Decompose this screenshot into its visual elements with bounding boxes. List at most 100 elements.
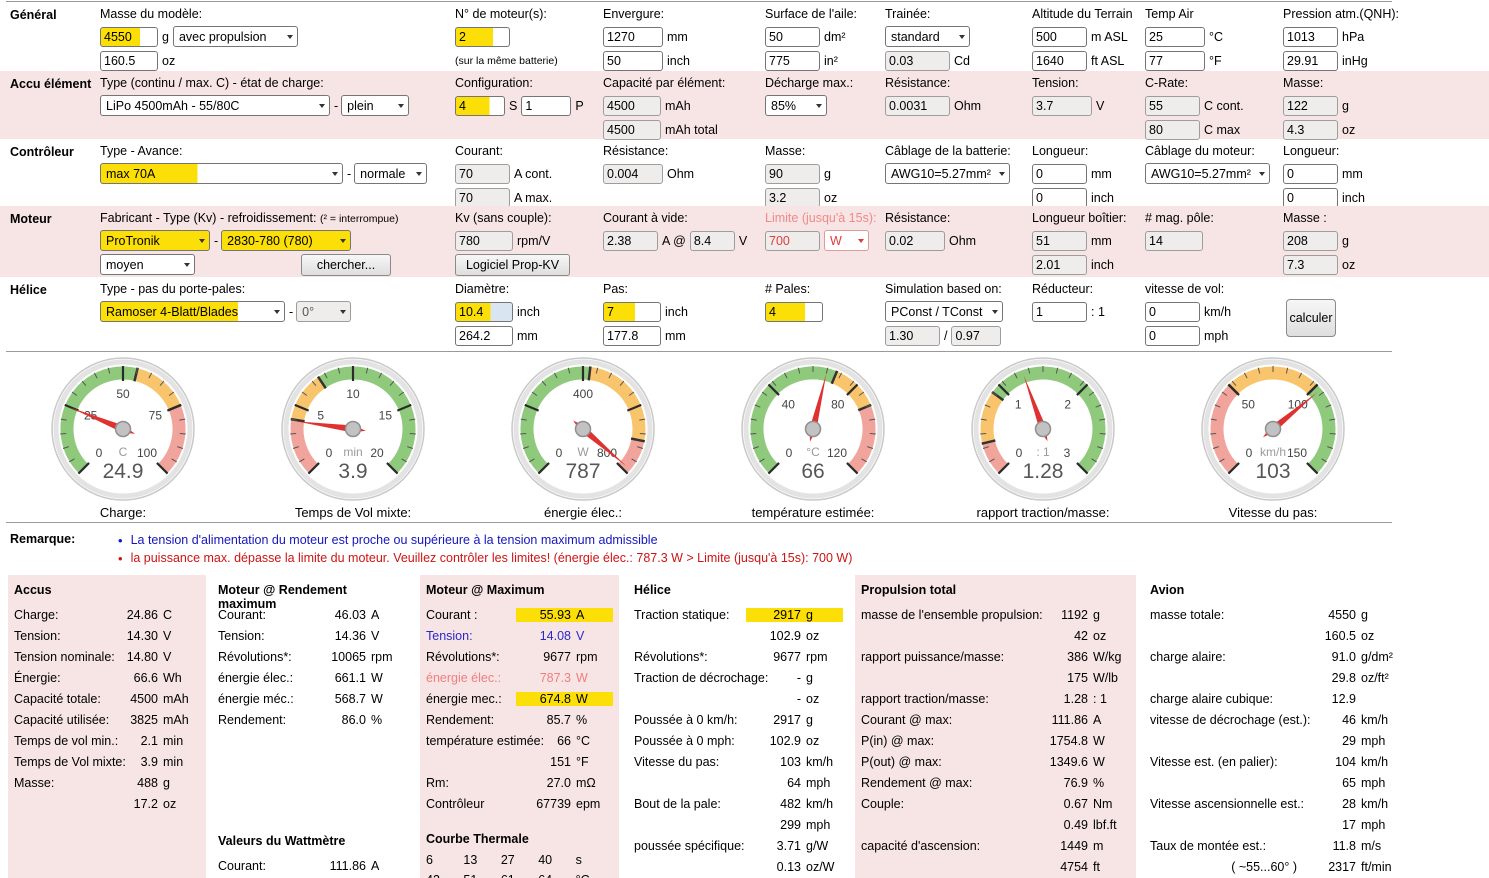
cablage-batterie-select[interactable]: AWG10=5.27mm² [885, 163, 1010, 184]
field-label: Surface de l'aile: [765, 7, 857, 23]
results-helice: HéliceTraction statique:2917g102.9ozRévo… [628, 575, 849, 878]
field-trainee: Trainée: standard Cd [885, 7, 974, 71]
vitesse-kmh-input[interactable] [1145, 302, 1200, 322]
ctrl-avance-select[interactable]: normale [354, 163, 427, 184]
reducteur-input[interactable] [1032, 302, 1087, 322]
pression-hpa-input[interactable] [1283, 27, 1338, 47]
trainee-select[interactable]: standard [885, 26, 970, 47]
result-unit: g [158, 776, 200, 790]
temp-f-input[interactable] [1145, 51, 1205, 71]
result-value: 1192 [1033, 608, 1088, 622]
envergure-mm-input[interactable] [603, 27, 663, 47]
calculer-button[interactable]: calculer [1286, 299, 1336, 337]
chercher-button[interactable]: chercher... [301, 254, 391, 276]
nb-moteurs-input[interactable] [455, 27, 510, 47]
courant-vide-a-input [603, 231, 658, 251]
longueur-mot-mm-input[interactable] [1283, 164, 1338, 184]
accu-state-select[interactable]: plein [341, 95, 409, 116]
longueur-mot-inch-input[interactable] [1283, 188, 1338, 208]
porte-pales-select[interactable]: 0° [296, 301, 351, 322]
result-value: 0.67 [1033, 797, 1088, 811]
helice-type-select[interactable]: Ramoser 4-Blatt/Blades [100, 301, 285, 322]
svg-text:1: 1 [1015, 397, 1022, 411]
unit-label: inch [665, 305, 688, 319]
svg-text:24.9: 24.9 [103, 460, 144, 483]
result-row: 17.2oz [14, 793, 200, 814]
diametre-mm-input[interactable] [455, 326, 513, 346]
result-row: Courant:111.86A [218, 855, 408, 876]
field-label: Décharge max.: [765, 76, 853, 92]
surface-dm2-input[interactable] [765, 27, 820, 47]
altitude-m-input[interactable] [1032, 27, 1087, 47]
pas-inch-input[interactable] [603, 302, 661, 322]
masse-g-input[interactable] [100, 27, 158, 47]
decharge-select[interactable]: 85% [765, 95, 827, 116]
result-value: 11.8 [1301, 839, 1356, 853]
altitude-ft-input[interactable] [1032, 51, 1087, 71]
result-unit: Nm [1088, 797, 1130, 811]
ctrl-type-select[interactable]: max 70A [100, 163, 343, 184]
ctrl-resistance-input [603, 164, 663, 184]
result-unit: mΩ [571, 776, 613, 790]
field-label: N° de moteur(s): [455, 7, 558, 23]
svg-text:150: 150 [1287, 446, 1307, 460]
result-row: masse totale:4550g [1150, 604, 1398, 625]
pales-input[interactable] [765, 302, 823, 322]
cablage-moteur-select[interactable]: AWG10=5.27mm² [1145, 163, 1270, 184]
result-label: charge alaire: [1150, 650, 1301, 664]
result-row: charge alaire:91.0g/dm² [1150, 646, 1398, 667]
result-value: 55.93 [516, 608, 571, 622]
refroidissement-select[interactable]: moyen [100, 254, 195, 275]
result-label: charge alaire cubique: [1150, 692, 1301, 706]
pression-inhg-input[interactable] [1283, 51, 1338, 71]
field-label: Type - pas du porte-pales: [100, 282, 355, 298]
field-label: # mag. pôle: [1145, 211, 1214, 227]
field-label: Résistance: [885, 76, 985, 92]
thermal-curve-cell: 42 [426, 873, 463, 878]
result-value: 151 [516, 755, 571, 769]
result-value: 9677 [516, 650, 571, 664]
result-label: vitesse de décrochage (est.): [1150, 713, 1301, 727]
remark-line: •La tension d'alimentation du moteur est… [118, 531, 1489, 549]
limite-unit-select[interactable]: W [824, 230, 869, 251]
ctrl-a-max-input [455, 188, 510, 208]
svg-text:15: 15 [379, 409, 393, 423]
diametre-inch-input[interactable] [455, 302, 513, 322]
field-longueur-batterie: Longueur: mm inch [1032, 144, 1118, 208]
c-max-input [1145, 120, 1200, 140]
chevron-down-icon [340, 239, 346, 243]
field-label: Kv (sans couple): [455, 211, 570, 227]
svg-text:°C: °C [806, 445, 820, 459]
envergure-inch-input[interactable] [603, 51, 663, 71]
simulation-select[interactable]: PConst / TConst [885, 301, 1003, 322]
svg-text:0: 0 [786, 446, 793, 460]
propulsion-mode-select[interactable]: avec propulsion [173, 26, 298, 47]
moteur-masse-g-input [1283, 231, 1338, 251]
result-unit: oz [801, 734, 843, 748]
unit-label: inch [1091, 258, 1114, 272]
config-p-input[interactable] [521, 96, 571, 116]
accu-type-select[interactable]: LiPo 4500mAh - 55/80C [100, 95, 330, 116]
result-unit: ft [1088, 860, 1130, 874]
result-unit: W/lb [1088, 671, 1130, 685]
surface-in2-input[interactable] [765, 51, 820, 71]
config-s-input[interactable] [455, 96, 505, 116]
moteur-type-select[interactable]: 2830-780 (780) [221, 230, 351, 251]
logiciel-prop-kv-button[interactable]: Logiciel Prop-KV [455, 254, 570, 276]
fabricant-select[interactable]: ProTronik [100, 230, 210, 251]
field-cablage-moteur: Câblage du moteur: AWG10=5.27mm² [1145, 144, 1274, 184]
vitesse-mph-input[interactable] [1145, 326, 1200, 346]
longueur-bat-mm-input[interactable] [1032, 164, 1087, 184]
result-value: 175 [1033, 671, 1088, 685]
pas-mm-input[interactable] [603, 326, 661, 346]
field-simulation: Simulation based on: PConst / TConst / [885, 282, 1007, 346]
longueur-bat-inch-input[interactable] [1032, 188, 1087, 208]
select-value: moyen [106, 258, 144, 272]
result-unit: g [801, 671, 843, 685]
temp-c-input[interactable] [1145, 27, 1205, 47]
result-unit: mph [1356, 818, 1398, 832]
result-value: 14.80 [103, 650, 158, 664]
masse-oz-input[interactable] [100, 51, 158, 71]
thermal-curve-cell: 51 [463, 873, 500, 878]
unit-label: g [1342, 99, 1349, 113]
